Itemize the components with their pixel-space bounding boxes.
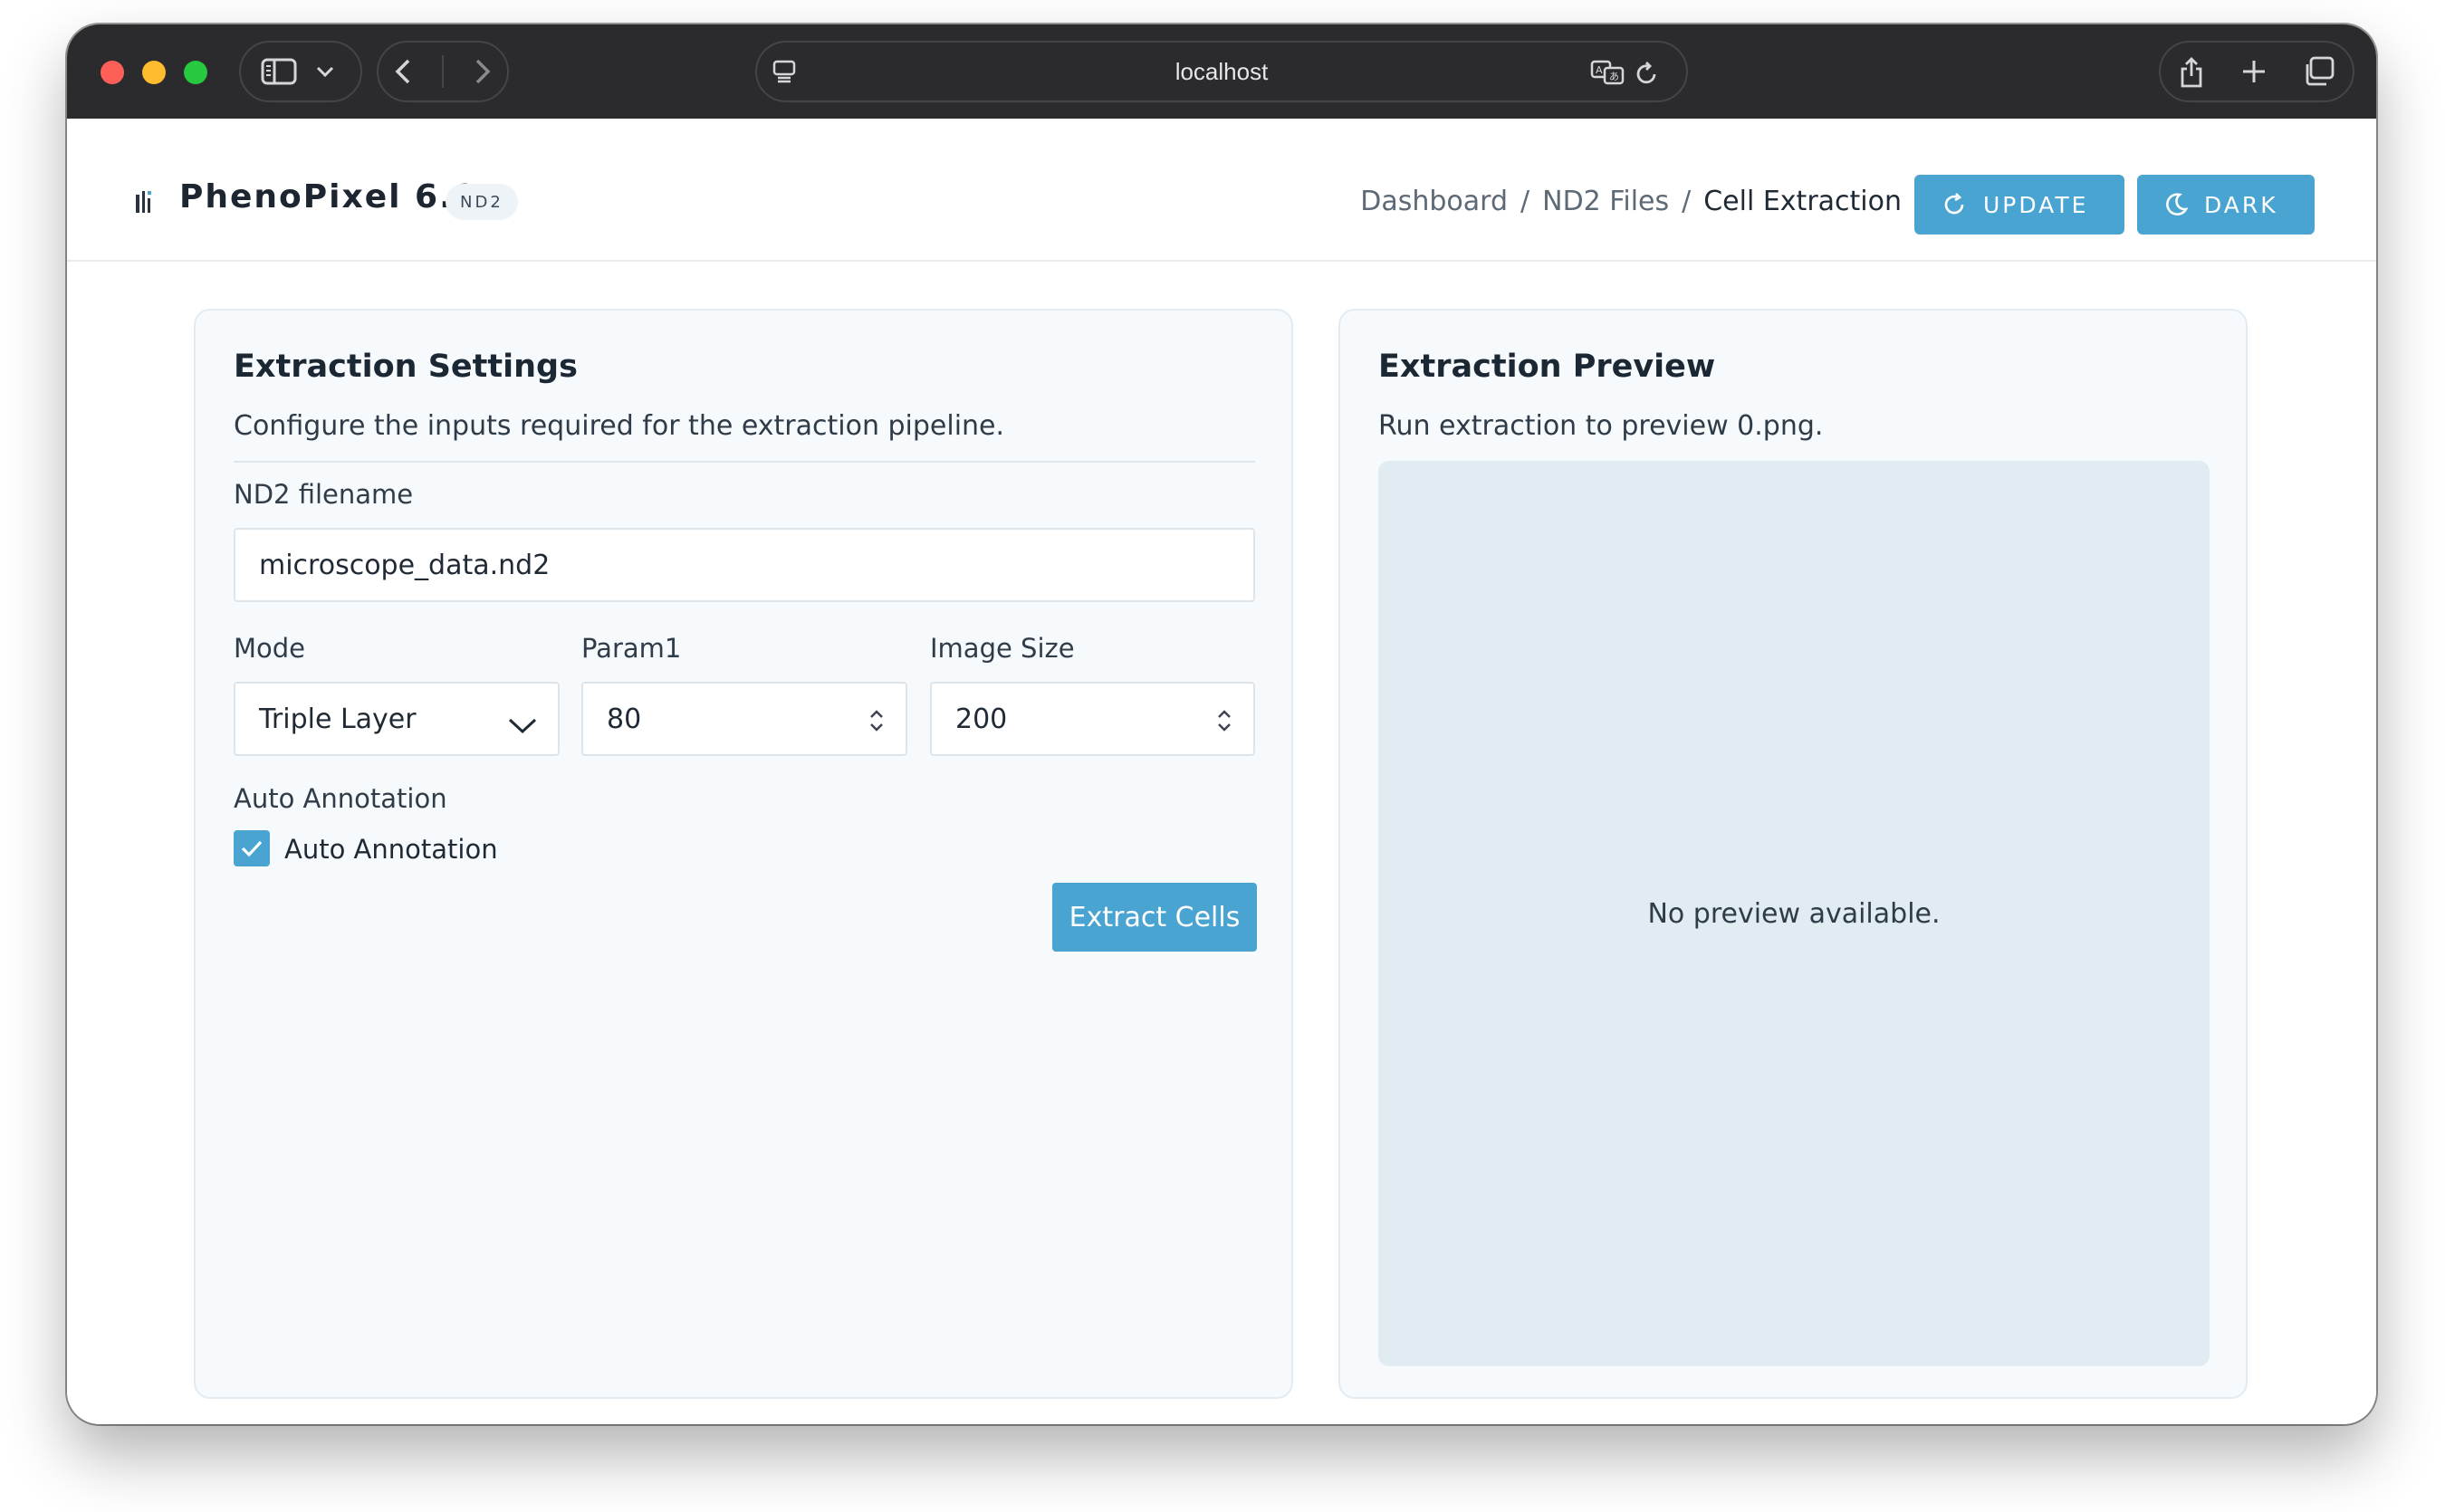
- preview-empty-text: No preview available.: [1647, 897, 1941, 930]
- address-text: localhost: [1175, 57, 1269, 85]
- browser-window: localhost Aあ PhenoPixel 6.0 ND2 Dashboar…: [67, 24, 2376, 1424]
- preview-subtitle: Run extraction to preview 0.png.: [1378, 410, 1824, 442]
- svg-text:A: A: [1596, 64, 1603, 76]
- param1-label: Param1: [581, 633, 682, 664]
- auto-annotation-checkbox[interactable]: [234, 830, 270, 866]
- sidebar-icon: [261, 57, 297, 86]
- app-header: PhenoPixel 6.0 ND2 Dashboard / ND2 Files…: [67, 119, 2376, 262]
- update-button[interactable]: UPDATE: [1914, 175, 2124, 234]
- minimize-window-button[interactable]: [142, 61, 166, 84]
- mode-label: Mode: [234, 633, 306, 664]
- extraction-settings-card: Extraction Settings Configure the inputs…: [194, 309, 1293, 1399]
- update-label: UPDATE: [1983, 191, 2089, 218]
- stepper-icon[interactable]: [1215, 707, 1233, 742]
- checkmark-icon: [240, 838, 264, 858]
- sidebar-toggle-button[interactable]: [239, 41, 362, 102]
- chevron-down-icon[interactable]: [315, 65, 335, 78]
- breadcrumb-separator: /: [1520, 186, 1530, 217]
- settings-title: Extraction Settings: [234, 349, 578, 385]
- address-bar[interactable]: localhost Aあ: [755, 41, 1688, 102]
- main-content: Extraction Settings Configure the inputs…: [67, 262, 2376, 1424]
- moon-icon: [2164, 192, 2188, 217]
- filename-label: ND2 filename: [234, 479, 414, 510]
- filename-value: microscope_data.nd2: [259, 549, 551, 581]
- param1-input[interactable]: 80: [581, 682, 907, 756]
- brand-name[interactable]: PhenoPixel 6.0: [179, 178, 478, 215]
- preview-title: Extraction Preview: [1378, 349, 1716, 385]
- nav-separator: [441, 55, 444, 88]
- preview-area: No preview available.: [1378, 461, 2210, 1366]
- settings-subtitle: Configure the inputs required for the ex…: [234, 410, 1005, 442]
- mode-select[interactable]: Triple Layer: [234, 682, 560, 756]
- image-size-input[interactable]: 200: [930, 682, 1255, 756]
- svg-text:あ: あ: [1609, 71, 1619, 82]
- tab-overview-icon[interactable]: [2303, 56, 2335, 87]
- auto-annotation-checkbox-label[interactable]: Auto Annotation: [284, 834, 498, 865]
- reload-icon[interactable]: [1635, 61, 1659, 86]
- dark-mode-button[interactable]: DARK: [2137, 175, 2315, 234]
- window-actions: [2159, 41, 2354, 102]
- refresh-icon: [1942, 192, 1967, 217]
- history-nav: [377, 41, 509, 102]
- mode-value: Triple Layer: [259, 703, 417, 735]
- chevron-down-icon: [507, 711, 538, 742]
- zoom-window-button[interactable]: [184, 61, 207, 84]
- image-size-label: Image Size: [930, 633, 1075, 664]
- breadcrumb: Dashboard / ND2 Files / Cell Extraction: [1360, 186, 1902, 217]
- brand-badge: ND2: [446, 184, 518, 220]
- logo-icon: [136, 189, 154, 216]
- breadcrumb-separator: /: [1682, 186, 1692, 217]
- extract-cells-button[interactable]: Extract Cells: [1052, 883, 1257, 952]
- translate-icon[interactable]: Aあ: [1590, 59, 1625, 86]
- dark-label: DARK: [2204, 191, 2278, 218]
- new-tab-icon[interactable]: [2240, 58, 2268, 85]
- settings-divider: [234, 461, 1255, 463]
- auto-annotation-label: Auto Annotation: [234, 783, 447, 814]
- share-icon[interactable]: [2178, 54, 2205, 89]
- breadcrumb-cell-extraction: Cell Extraction: [1703, 186, 1902, 217]
- image-size-value: 200: [955, 703, 1008, 735]
- close-window-button[interactable]: [101, 61, 124, 84]
- extraction-preview-card: Extraction Preview Run extraction to pre…: [1338, 309, 2248, 1399]
- forward-arrow-icon[interactable]: [474, 58, 492, 85]
- stepper-icon[interactable]: [868, 707, 886, 742]
- breadcrumb-dashboard[interactable]: Dashboard: [1360, 186, 1508, 217]
- back-arrow-icon[interactable]: [394, 58, 412, 85]
- browser-titlebar: localhost Aあ: [67, 24, 2376, 119]
- filename-input[interactable]: microscope_data.nd2: [234, 528, 1255, 602]
- breadcrumb-nd2-files[interactable]: ND2 Files: [1542, 186, 1669, 217]
- param1-value: 80: [607, 703, 642, 735]
